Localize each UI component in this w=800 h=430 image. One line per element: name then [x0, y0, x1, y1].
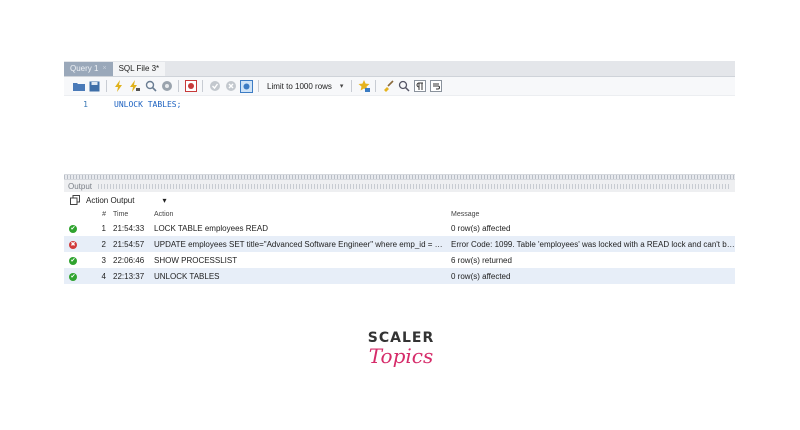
- toolbar-divider: [202, 80, 203, 92]
- line-number: 1: [83, 100, 88, 109]
- editor-toolbar: Limit to 1000 rows ▾: [64, 77, 735, 96]
- rollback-icon[interactable]: [224, 80, 237, 93]
- output-toolbar: Action Output ▾: [64, 192, 735, 209]
- tab-query-1[interactable]: Query 1 ×: [64, 62, 113, 76]
- limit-rows-select[interactable]: Limit to 1000 rows ▾: [264, 82, 346, 91]
- scaler-topics-logo: SCALER Topics: [366, 330, 436, 368]
- row-message: Error Code: 1099. Table 'employees' was …: [447, 236, 735, 252]
- output-title: Output: [68, 181, 93, 191]
- explain-icon[interactable]: [144, 80, 157, 93]
- row-action: LOCK TABLE employees READ: [154, 223, 268, 233]
- output-type-label: Action Output: [86, 196, 135, 205]
- sql-editor[interactable]: 1 UNLOCK TABLES;: [64, 96, 735, 174]
- sql-workbench: Query 1 × SQL File 3* Limit to 1000 rows…: [64, 61, 735, 284]
- status-cell: ✔: [64, 252, 82, 268]
- num-header: #: [82, 209, 108, 220]
- tab-label: Query 1: [70, 64, 99, 73]
- row-number: 3: [101, 255, 106, 265]
- status-header: [64, 209, 82, 220]
- find-icon[interactable]: [397, 80, 410, 93]
- success-check-icon: ✔: [69, 257, 77, 265]
- toolbar-divider: [178, 80, 179, 92]
- success-check-icon: ✔: [69, 225, 77, 233]
- row-message: 0 row(s) affected: [447, 268, 735, 284]
- message-header: Message: [447, 209, 735, 220]
- toolbar-divider: [375, 80, 377, 92]
- status-cell: ✖: [64, 236, 82, 252]
- table-row[interactable]: ✔ 4 22:13:37 UNLOCK TABLES 0 row(s) affe…: [64, 268, 735, 284]
- table-row[interactable]: ✔ 1 21:54:33 LOCK TABLE employees READ 0…: [64, 220, 735, 236]
- toolbar-divider: [351, 80, 353, 92]
- commit-icon[interactable]: [208, 80, 221, 93]
- tab-sql-file-3[interactable]: SQL File 3*: [112, 62, 166, 76]
- row-action: UNLOCK TABLES: [151, 268, 447, 284]
- status-cell: ✔: [64, 220, 82, 236]
- table-row[interactable]: ✔ 3 22:06:46 SHOW PROCESSLIST 6 row(s) r…: [64, 252, 735, 268]
- logo-topics-text: Topics: [368, 344, 434, 368]
- row-message: 0 row(s) affected: [451, 223, 511, 233]
- toggle-result-icon[interactable]: [184, 80, 197, 93]
- tab-label: SQL File 3*: [118, 64, 160, 73]
- execute-current-icon[interactable]: [128, 80, 141, 93]
- editor-line: 1 UNLOCK TABLES;: [64, 100, 181, 109]
- row-message: 6 row(s) returned: [451, 255, 512, 265]
- invisible-chars-icon[interactable]: [413, 80, 426, 93]
- beautify-icon[interactable]: [357, 80, 370, 93]
- status-cell: ✔: [64, 268, 82, 284]
- table-header-row: # Time Action Message: [64, 209, 735, 220]
- error-x-icon: ✖: [69, 241, 77, 249]
- chevron-down-icon: ▾: [162, 196, 167, 205]
- grip-pattern: [98, 183, 729, 189]
- brush-icon[interactable]: [381, 80, 394, 93]
- time-header: Time: [108, 209, 151, 220]
- folder-icon[interactable]: [72, 80, 85, 93]
- stop-icon[interactable]: [160, 80, 173, 93]
- autocommit-icon[interactable]: [240, 79, 253, 93]
- row-action: UPDATE employees SET title="Advanced Sof…: [151, 236, 447, 252]
- output-panel-header: Output: [64, 180, 735, 192]
- success-check-icon: ✔: [69, 273, 77, 281]
- tab-bar: Query 1 × SQL File 3*: [64, 61, 735, 77]
- tab-close-icon[interactable]: ×: [102, 62, 106, 76]
- sql-code[interactable]: UNLOCK TABLES;: [114, 100, 181, 109]
- wrap-icon[interactable]: [429, 80, 442, 93]
- row-number: 4: [82, 268, 108, 284]
- row-action: SHOW PROCESSLIST: [154, 255, 238, 265]
- row-time: 22:13:37: [108, 268, 151, 284]
- toolbar-divider: [106, 80, 107, 92]
- row-time: 21:54:57: [108, 236, 151, 252]
- action-output-table: # Time Action Message ✔ 1 21:54:33 LOCK …: [64, 209, 735, 284]
- execute-icon[interactable]: [112, 80, 125, 93]
- table-row[interactable]: ✖ 2 21:54:57 UPDATE employees SET title=…: [64, 236, 735, 252]
- row-time: 21:54:33: [113, 223, 145, 233]
- row-number: 2: [82, 236, 108, 252]
- toolbar-divider: [258, 80, 259, 92]
- output-type-select[interactable]: Action Output ▾: [86, 196, 167, 205]
- save-icon[interactable]: [88, 80, 101, 93]
- row-number: 1: [101, 223, 106, 233]
- copy-icon[interactable]: [70, 194, 80, 207]
- action-header: Action: [151, 209, 447, 220]
- row-time: 22:06:46: [113, 255, 145, 265]
- limit-rows-label: Limit to 1000 rows: [267, 81, 332, 91]
- chevron-down-icon: ▾: [339, 83, 344, 90]
